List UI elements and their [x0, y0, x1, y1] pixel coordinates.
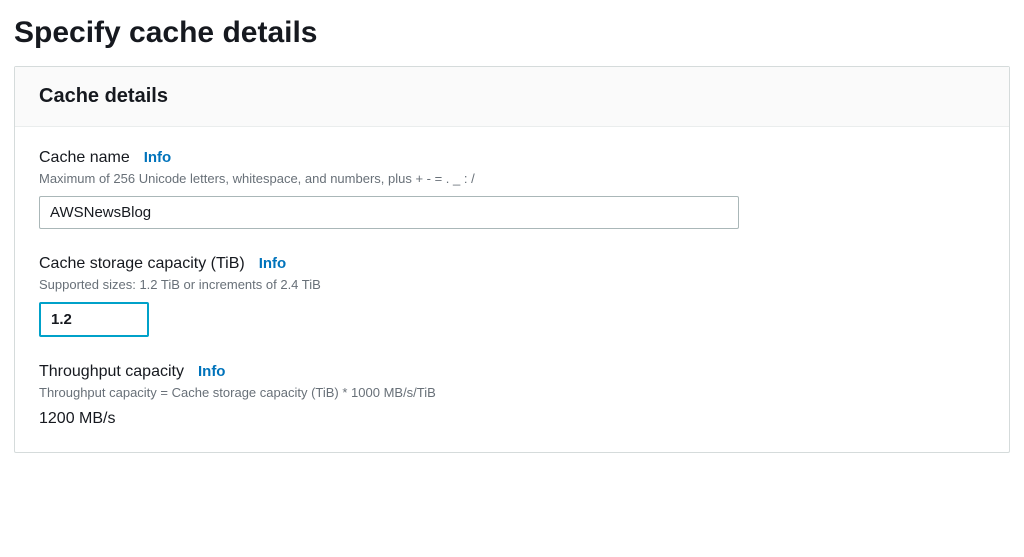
- throughput-field: Throughput capacity Info Throughput capa…: [39, 363, 985, 428]
- throughput-label: Throughput capacity: [39, 363, 184, 381]
- panel-body: Cache name Info Maximum of 256 Unicode l…: [15, 127, 1009, 452]
- storage-capacity-field: Cache storage capacity (TiB) Info Suppor…: [39, 255, 985, 337]
- throughput-value: 1200 MB/s: [39, 410, 985, 428]
- throughput-info-link[interactable]: Info: [198, 363, 226, 380]
- storage-capacity-info-link[interactable]: Info: [259, 255, 287, 272]
- cache-details-panel: Cache details Cache name Info Maximum of…: [14, 66, 1010, 453]
- cache-name-info-link[interactable]: Info: [144, 149, 172, 166]
- cache-name-field: Cache name Info Maximum of 256 Unicode l…: [39, 149, 985, 229]
- panel-header: Cache details: [15, 67, 1009, 127]
- panel-title: Cache details: [39, 85, 985, 108]
- cache-name-label: Cache name: [39, 149, 130, 167]
- throughput-description: Throughput capacity = Cache storage capa…: [39, 385, 985, 400]
- page-title: Specify cache details: [14, 16, 1010, 50]
- storage-capacity-input[interactable]: [39, 302, 149, 337]
- cache-name-description: Maximum of 256 Unicode letters, whitespa…: [39, 171, 985, 186]
- cache-name-input[interactable]: [39, 196, 739, 229]
- storage-capacity-label: Cache storage capacity (TiB): [39, 255, 245, 273]
- storage-capacity-description: Supported sizes: 1.2 TiB or increments o…: [39, 277, 985, 292]
